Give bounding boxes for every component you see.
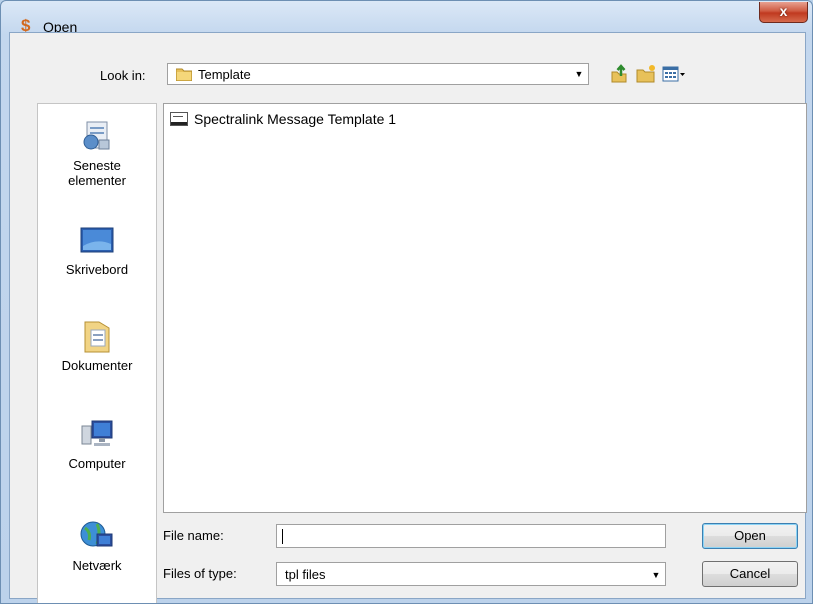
computer-icon xyxy=(81,420,113,446)
place-network[interactable]: Netværk xyxy=(38,518,156,573)
place-computer[interactable]: Computer xyxy=(38,416,156,471)
folder-icon xyxy=(176,68,192,81)
place-label-recent-line2: elementer xyxy=(68,173,126,188)
files-of-type-value: tpl files xyxy=(285,567,326,582)
chevron-down-icon[interactable]: ▼ xyxy=(647,565,665,585)
documents-folder-icon xyxy=(84,321,110,353)
look-in-label: Look in: xyxy=(100,68,146,83)
place-label-documents: Dokumenter xyxy=(61,358,133,373)
recent-items-icon xyxy=(83,121,110,150)
open-dialog: $ Open x Look in: Template ▼ Seneste ele… xyxy=(0,0,813,604)
open-button[interactable]: Open xyxy=(702,523,798,549)
dialog-client-area: Look in: Template ▼ Seneste elementer Sk… xyxy=(9,32,807,603)
place-label-recent-line1: Seneste xyxy=(73,158,121,173)
file-list[interactable]: Spectralink Message Template 1 xyxy=(163,103,807,513)
place-recent[interactable]: Seneste elementer xyxy=(38,118,156,188)
up-folder-icon[interactable] xyxy=(609,64,629,84)
files-of-type-label: Files of type: xyxy=(163,566,237,581)
file-name-field-label: File name: xyxy=(163,528,224,543)
place-documents[interactable]: Dokumenter xyxy=(38,318,156,373)
new-folder-icon[interactable] xyxy=(636,64,656,84)
close-button[interactable]: x xyxy=(759,2,808,23)
cancel-button[interactable]: Cancel xyxy=(702,561,798,587)
text-caret xyxy=(282,529,283,544)
view-menu-icon[interactable] xyxy=(662,64,686,84)
files-of-type-dropdown[interactable]: tpl files ▼ xyxy=(276,562,666,586)
look-in-value: Template xyxy=(198,67,251,82)
places-bar: Seneste elementer Skrivebord Dokumenter xyxy=(37,103,157,603)
file-name-input[interactable] xyxy=(276,524,666,548)
place-desktop[interactable]: Skrivebord xyxy=(38,222,156,277)
network-icon xyxy=(80,521,113,547)
place-label-computer: Computer xyxy=(68,456,126,471)
look-in-dropdown[interactable]: Template ▼ xyxy=(167,63,589,85)
file-name-label: Spectralink Message Template 1 xyxy=(194,111,397,127)
template-file-icon xyxy=(170,112,188,126)
chevron-down-icon[interactable]: ▼ xyxy=(570,64,588,84)
place-label-desktop: Skrivebord xyxy=(65,262,129,277)
place-label-network: Netværk xyxy=(72,558,122,573)
desktop-icon xyxy=(80,227,114,253)
